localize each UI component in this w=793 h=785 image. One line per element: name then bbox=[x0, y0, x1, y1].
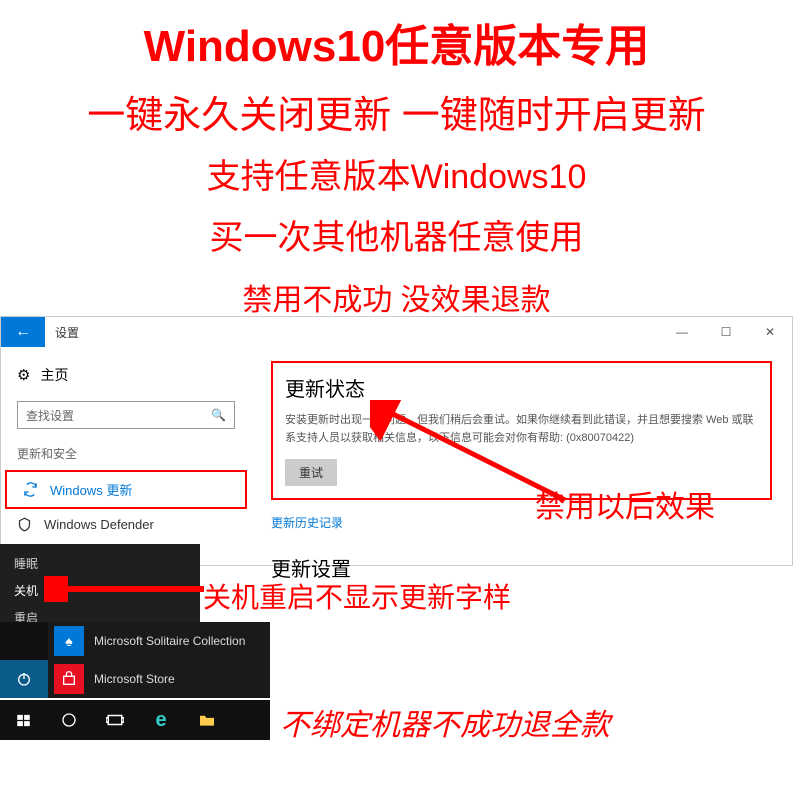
status-title: 更新状态 bbox=[285, 373, 758, 402]
solitaire-label: Microsoft Solitaire Collection bbox=[94, 634, 245, 648]
titlebar: ← 设置 — ☐ ✕ bbox=[1, 317, 792, 347]
search-input[interactable]: 查找设置 🔍 bbox=[17, 401, 235, 429]
annotation-disable-effect: 禁用以后效果 bbox=[535, 482, 715, 526]
arrow-left-icon: ← bbox=[15, 323, 31, 341]
home-nav[interactable]: ⚙ 主页 bbox=[1, 359, 251, 391]
promo-line4: 买一次其他机器任意使用 bbox=[0, 204, 793, 265]
power-shutdown[interactable]: 关机 bbox=[0, 577, 200, 604]
promo-title: Windows10任意版本专用 bbox=[0, 0, 793, 80]
content-area: 更新状态 安装更新时出现一些问题，但我们稍后会重试。如果你继续看到此错误，并且想… bbox=[251, 347, 792, 565]
nav-windows-update-label: Windows 更新 bbox=[50, 480, 132, 499]
gear-icon: ⚙ bbox=[17, 366, 30, 384]
update-status-panel: 更新状态 安装更新时出现一些问题，但我们稍后会重试。如果你继续看到此错误，并且想… bbox=[271, 361, 772, 500]
sidebar: ⚙ 主页 查找设置 🔍 更新和安全 Windows 更新 Windows Def… bbox=[1, 347, 251, 565]
minimize-icon: — bbox=[676, 325, 688, 339]
close-icon: ✕ bbox=[765, 325, 775, 339]
promo-line3: 支持任意版本Windows10 bbox=[0, 143, 793, 204]
promo-line2: 一键永久关闭更新 一键随时开启更新 bbox=[0, 80, 793, 143]
solitaire-tile-icon: ♠ bbox=[54, 626, 84, 656]
explorer-button[interactable] bbox=[184, 700, 230, 740]
cortana-button[interactable] bbox=[46, 700, 92, 740]
shield-icon bbox=[17, 517, 32, 532]
store-label: Microsoft Store bbox=[94, 672, 175, 686]
taskbar: e bbox=[0, 700, 270, 740]
section-label: 更新和安全 bbox=[1, 441, 251, 470]
start-menu: ♠ Microsoft Solitaire Collection Microso… bbox=[0, 622, 270, 698]
circle-icon bbox=[61, 712, 77, 728]
nav-windows-update[interactable]: Windows 更新 bbox=[5, 470, 247, 509]
maximize-icon: ☐ bbox=[721, 325, 732, 339]
nav-defender[interactable]: Windows Defender bbox=[1, 509, 251, 540]
power-button[interactable] bbox=[0, 660, 48, 698]
taskview-button[interactable] bbox=[92, 700, 138, 740]
annotation-shutdown-note: 关机重启不显示更新字样 bbox=[203, 576, 511, 616]
start-button[interactable] bbox=[0, 700, 46, 740]
store-tile-icon bbox=[54, 664, 84, 694]
search-placeholder: 查找设置 bbox=[26, 407, 74, 424]
edge-icon: e bbox=[155, 709, 166, 732]
annotation-refund: 不绑定机器不成功退全款 bbox=[280, 700, 610, 744]
maximize-button[interactable]: ☐ bbox=[704, 317, 748, 347]
home-label: 主页 bbox=[40, 365, 68, 385]
power-icon bbox=[16, 671, 32, 687]
retry-button[interactable]: 重试 bbox=[285, 459, 337, 486]
nav-defender-label: Windows Defender bbox=[44, 517, 154, 532]
status-description: 安装更新时出现一些问题，但我们稍后会重试。如果你继续看到此错误，并且想要搜索 W… bbox=[285, 412, 758, 447]
sync-icon bbox=[23, 482, 38, 497]
search-icon: 🔍 bbox=[211, 408, 226, 422]
power-sleep[interactable]: 睡眠 bbox=[0, 550, 200, 577]
taskview-icon bbox=[106, 713, 124, 727]
close-button[interactable]: ✕ bbox=[748, 317, 792, 347]
windows-icon bbox=[16, 713, 31, 728]
folder-icon bbox=[198, 713, 216, 727]
minimize-button[interactable]: — bbox=[660, 317, 704, 347]
edge-button[interactable]: e bbox=[138, 700, 184, 740]
back-button[interactable]: ← bbox=[1, 317, 45, 347]
settings-window: ← 设置 — ☐ ✕ ⚙ 主页 查找设置 🔍 更新和安全 bbox=[0, 316, 793, 566]
window-title: 设置 bbox=[55, 324, 79, 341]
